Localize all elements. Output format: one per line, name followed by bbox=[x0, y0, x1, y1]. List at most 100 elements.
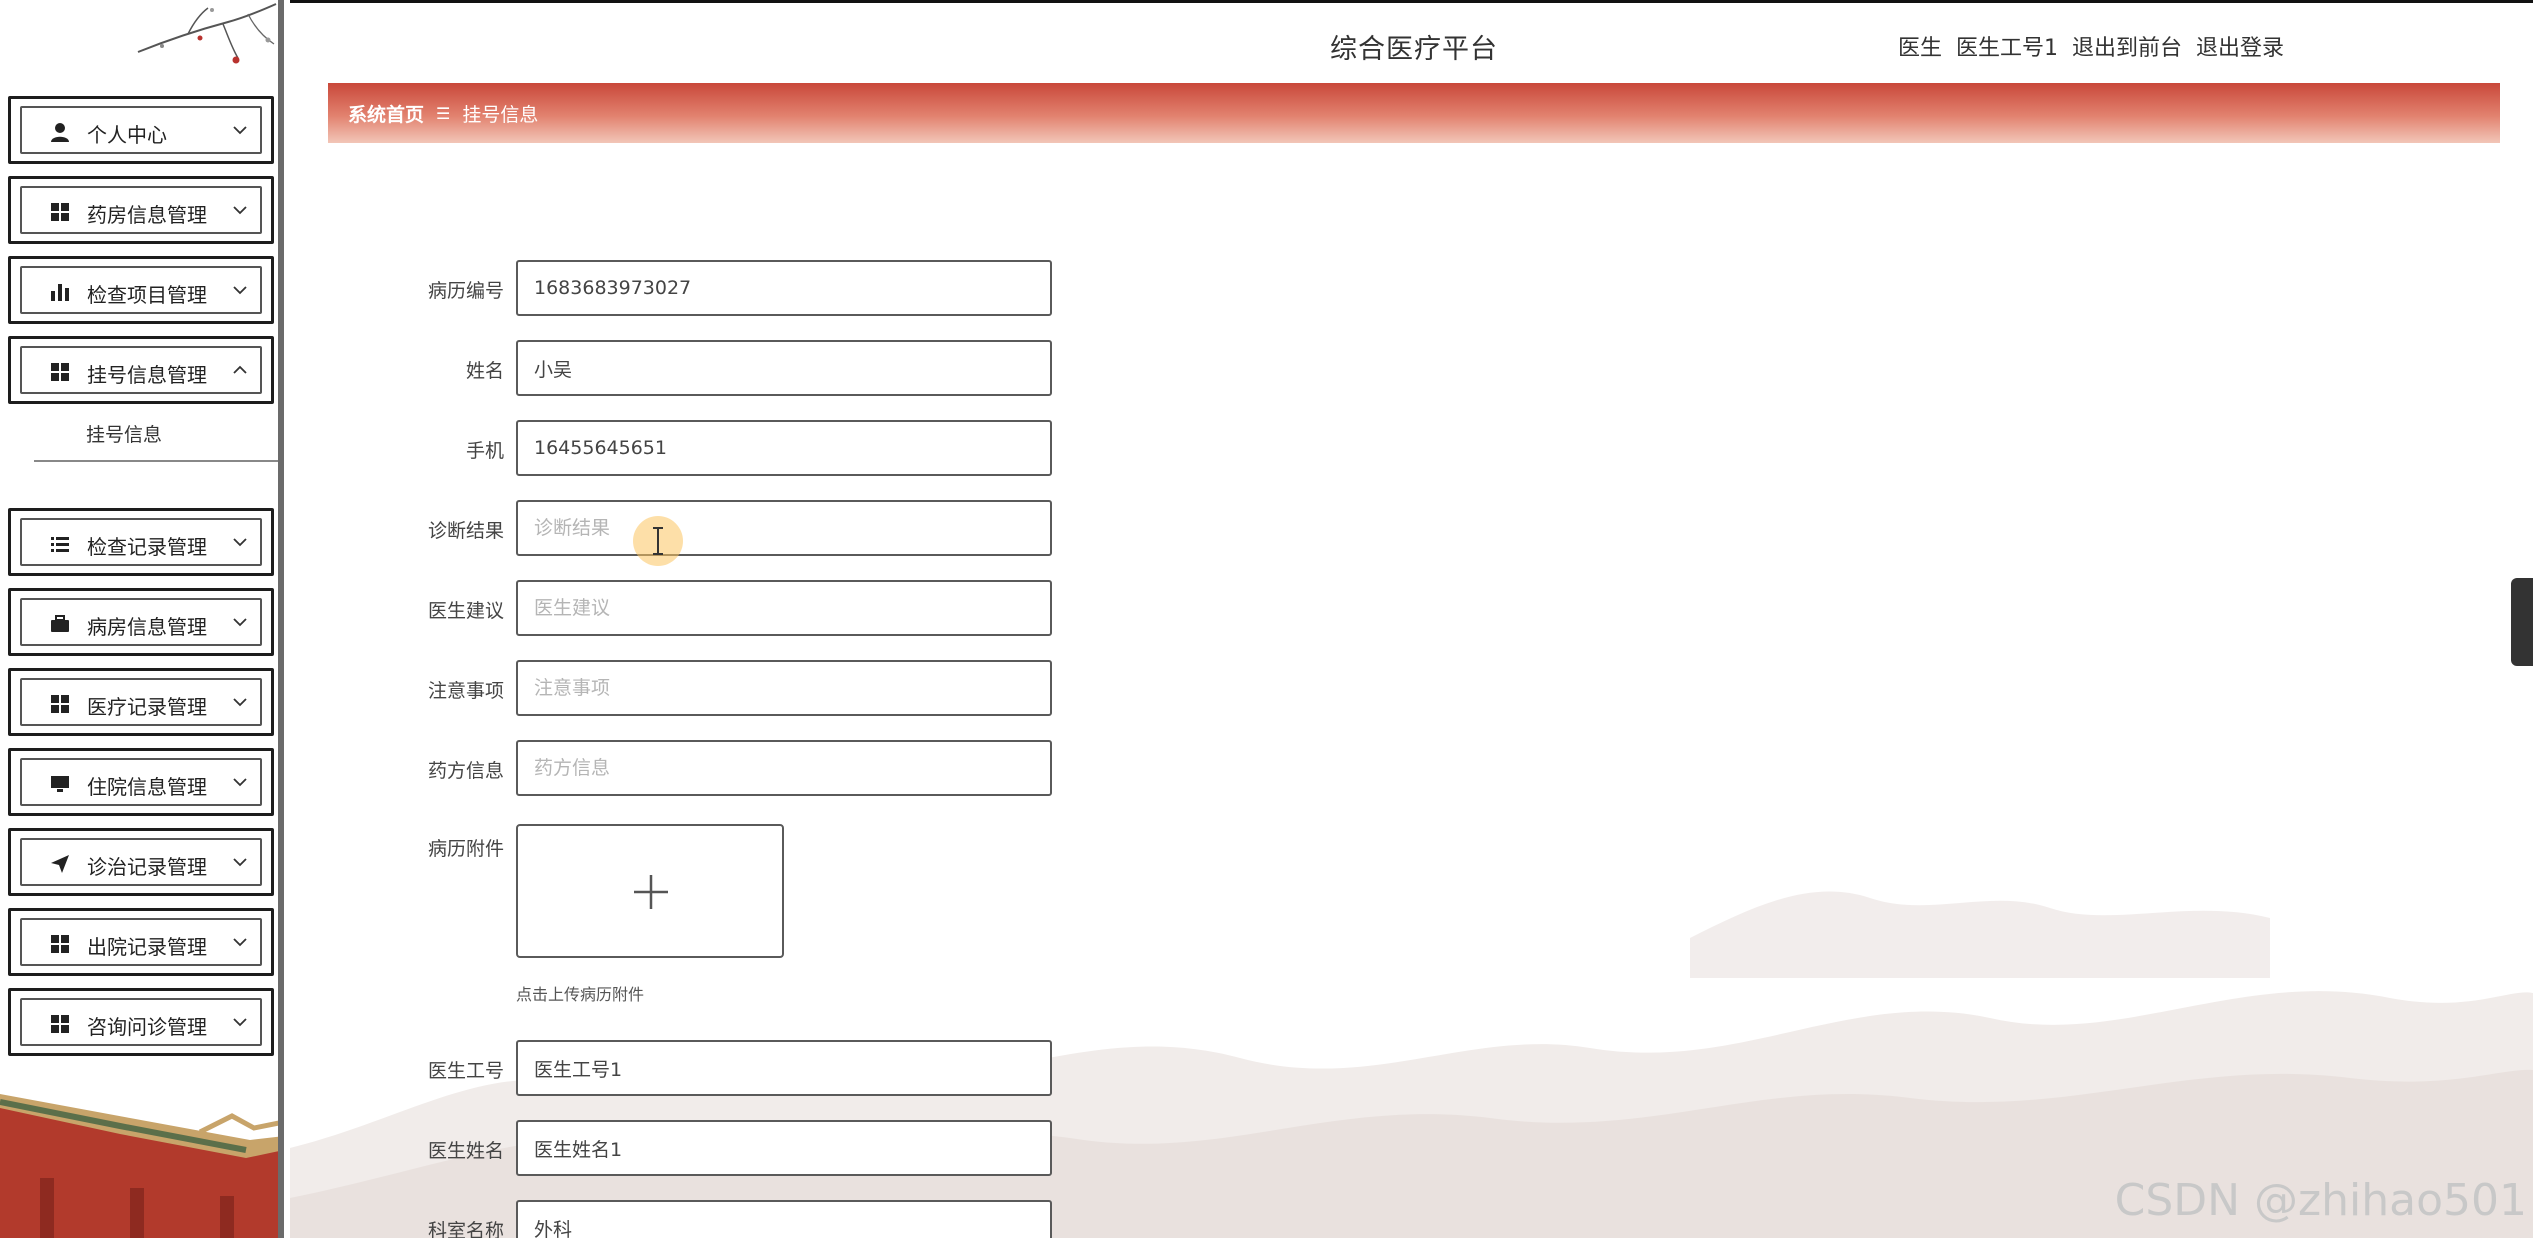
phone-input[interactable] bbox=[516, 420, 1052, 476]
sidebar-item-exam-items[interactable]: 检查项目管理 bbox=[8, 256, 274, 324]
plum-branch-decoration bbox=[137, 3, 277, 64]
app-title: 综合医疗平台 bbox=[1330, 34, 1498, 65]
doctor-name-label: 医生姓名 bbox=[427, 1140, 504, 1162]
sidebar-item-label: 检查记录管理 bbox=[87, 535, 207, 559]
chevron-down-icon bbox=[233, 126, 247, 135]
doctor-name-input[interactable] bbox=[516, 1120, 1052, 1176]
grid-icon bbox=[51, 363, 69, 381]
field-row-record-no: 病历编号 bbox=[290, 260, 1390, 316]
palace-roof-decoration bbox=[0, 1088, 278, 1238]
sidebar-item-medical-records[interactable]: 医疗记录管理 bbox=[8, 668, 274, 736]
advice-label: 医生建议 bbox=[427, 600, 504, 622]
sidebar-item-label: 个人中心 bbox=[87, 123, 167, 147]
chevron-down-icon bbox=[233, 778, 247, 787]
name-input[interactable] bbox=[516, 340, 1052, 396]
department-label: 科室名称 bbox=[427, 1220, 504, 1238]
sidebar-item-consultation[interactable]: 咨询问诊管理 bbox=[8, 988, 274, 1056]
grid-icon bbox=[51, 1015, 69, 1033]
attachment-upload-button[interactable] bbox=[516, 824, 784, 958]
chevron-down-icon bbox=[233, 206, 247, 215]
grid-icon bbox=[51, 203, 69, 221]
field-row-advice: 医生建议 bbox=[290, 580, 1390, 636]
text-cursor-icon bbox=[653, 527, 663, 555]
sidebar-item-treatment-records[interactable]: 诊治记录管理 bbox=[8, 828, 274, 896]
sidebar-item-personal-center[interactable]: 个人中心 bbox=[8, 96, 274, 164]
field-row-name: 姓名 bbox=[290, 340, 1390, 396]
advice-input[interactable] bbox=[516, 580, 1052, 636]
briefcase-icon bbox=[51, 615, 69, 632]
submenu-item-registration-info[interactable]: 挂号信息 bbox=[86, 420, 162, 447]
diagnosis-input[interactable] bbox=[516, 500, 1052, 556]
record-no-input[interactable] bbox=[516, 260, 1052, 316]
watermark: CSDN @zhihao501 bbox=[2114, 1175, 2527, 1226]
field-row-attachment: 病历附件 点击上传病历附件 bbox=[290, 824, 1390, 1014]
prescription-label: 药方信息 bbox=[427, 760, 504, 782]
chevron-down-icon bbox=[233, 858, 247, 867]
chevron-down-icon bbox=[233, 286, 247, 295]
sidebar: 个人中心 药房信息管理 检查项目管理 挂号信息管理 挂号信息 检查记录管理 病房… bbox=[0, 0, 284, 1238]
field-row-prescription: 药方信息 bbox=[290, 740, 1390, 796]
list-icon bbox=[51, 537, 69, 552]
chevron-down-icon bbox=[233, 538, 247, 547]
field-row-diagnosis: 诊断结果 bbox=[290, 500, 1390, 556]
field-row-notes: 注意事项 bbox=[290, 660, 1390, 716]
prescription-input[interactable] bbox=[516, 740, 1052, 796]
breadcrumb-current: 挂号信息 bbox=[462, 103, 539, 126]
phone-label: 手机 bbox=[465, 440, 504, 462]
mouse-cursor-highlight bbox=[633, 516, 683, 566]
sidebar-item-label: 药房信息管理 bbox=[87, 203, 207, 227]
monitor-icon bbox=[51, 776, 69, 792]
sidebar-item-label: 咨询问诊管理 bbox=[87, 1015, 207, 1039]
notes-label: 注意事项 bbox=[427, 680, 504, 702]
user-links: 医生 医生工号1 退出到前台 退出登录 bbox=[1898, 30, 2298, 62]
grid-icon bbox=[51, 695, 69, 713]
registration-submenu: 挂号信息 bbox=[0, 412, 278, 494]
attachment-label: 病历附件 bbox=[427, 838, 504, 860]
app-window: 个人中心 药房信息管理 检查项目管理 挂号信息管理 挂号信息 检查记录管理 病房… bbox=[0, 0, 2533, 1238]
user-role: 医生 bbox=[1898, 36, 1943, 61]
field-row-department: 科室名称 bbox=[290, 1200, 1390, 1238]
name-label: 姓名 bbox=[465, 360, 504, 382]
sidebar-item-label: 病房信息管理 bbox=[87, 615, 207, 639]
notes-input[interactable] bbox=[516, 660, 1052, 716]
doctor-no-input[interactable] bbox=[516, 1040, 1052, 1096]
chevron-down-icon bbox=[233, 1018, 247, 1027]
sidebar-item-label: 出院记录管理 bbox=[87, 935, 207, 959]
diagnosis-label: 诊断结果 bbox=[427, 520, 504, 542]
sidebar-item-label: 挂号信息管理 bbox=[87, 363, 207, 387]
sidebar-item-pharmacy[interactable]: 药房信息管理 bbox=[8, 176, 274, 244]
sidebar-item-label: 医疗记录管理 bbox=[87, 695, 207, 719]
plus-icon bbox=[634, 875, 668, 909]
bar-chart-icon bbox=[51, 284, 69, 301]
main-content: 综合医疗平台 医生 医生工号1 退出到前台 退出登录 系统首页 ☰ 挂号信息 病历编号… bbox=[290, 0, 2533, 1238]
right-drawer-toggle[interactable] bbox=[2511, 578, 2533, 666]
department-input[interactable] bbox=[516, 1200, 1052, 1238]
send-icon bbox=[51, 855, 69, 873]
breadcrumb: 系统首页 ☰ 挂号信息 bbox=[328, 83, 2500, 143]
grid-icon bbox=[51, 935, 69, 953]
sidebar-item-registration[interactable]: 挂号信息管理 bbox=[8, 336, 274, 404]
breadcrumb-home-link[interactable]: 系统首页 bbox=[348, 100, 424, 127]
breadcrumb-separator-icon: ☰ bbox=[436, 103, 451, 123]
chevron-down-icon bbox=[233, 938, 247, 947]
sidebar-item-label: 住院信息管理 bbox=[87, 775, 207, 799]
record-no-label: 病历编号 bbox=[427, 280, 504, 302]
chevron-up-icon bbox=[233, 365, 247, 374]
field-row-doctor-no: 医生工号 bbox=[290, 1040, 1390, 1096]
doctor-no-label: 医生工号 bbox=[427, 1060, 504, 1082]
sidebar-item-ward-info[interactable]: 病房信息管理 bbox=[8, 588, 274, 656]
user-icon bbox=[51, 123, 69, 142]
exit-to-front-link[interactable]: 退出到前台 bbox=[2072, 36, 2182, 61]
top-bar: 综合医疗平台 医生 医生工号1 退出到前台 退出登录 bbox=[290, 0, 2533, 82]
field-row-doctor-name: 医生姓名 bbox=[290, 1120, 1390, 1176]
chevron-down-icon bbox=[233, 618, 247, 627]
sidebar-item-discharge-records[interactable]: 出院记录管理 bbox=[8, 908, 274, 976]
submenu-divider bbox=[34, 460, 278, 462]
sidebar-item-label: 检查项目管理 bbox=[87, 283, 207, 307]
sidebar-item-hospitalization[interactable]: 住院信息管理 bbox=[8, 748, 274, 816]
sidebar-item-label: 诊治记录管理 bbox=[87, 855, 207, 879]
chevron-down-icon bbox=[233, 698, 247, 707]
logout-link[interactable]: 退出登录 bbox=[2196, 36, 2284, 61]
sidebar-item-exam-records[interactable]: 检查记录管理 bbox=[8, 508, 274, 576]
user-name: 医生工号1 bbox=[1956, 36, 2059, 61]
